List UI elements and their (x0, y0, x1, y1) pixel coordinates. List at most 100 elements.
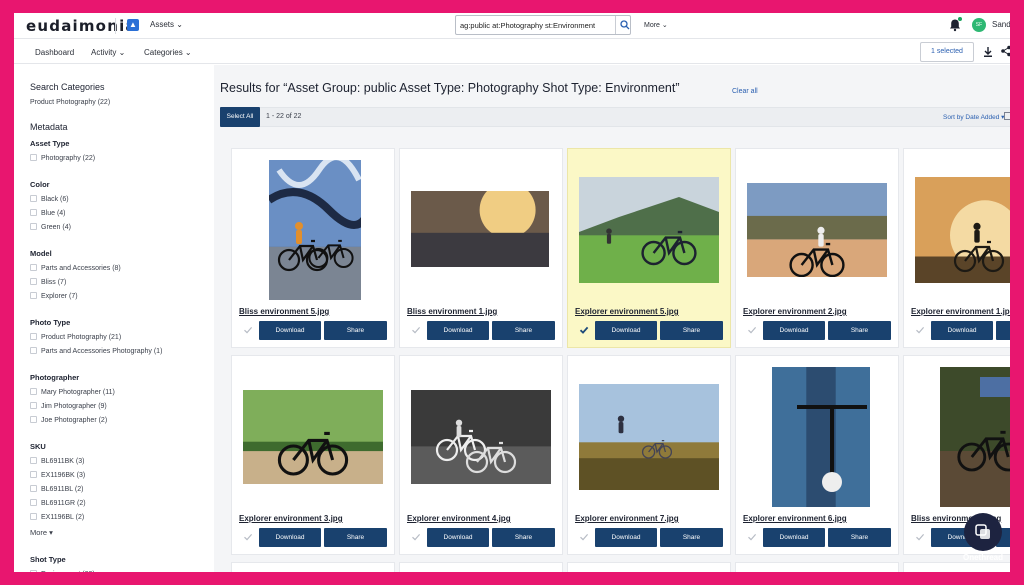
asset-file-name[interactable]: Explorer environment 2.jpg (743, 307, 847, 316)
filter-option[interactable]: Black (6) (30, 195, 69, 203)
selected-count-button[interactable]: 1 selected (920, 42, 974, 62)
asset-thumbnail[interactable] (747, 183, 887, 277)
asset-file-name[interactable]: Explorer environment 7.jpg (575, 514, 679, 523)
asset-thumbnail[interactable] (269, 160, 361, 300)
filter-checkbox[interactable] (30, 223, 37, 230)
avatar[interactable]: SF (972, 18, 986, 32)
select-checkbox[interactable] (743, 321, 761, 339)
download-button[interactable]: Download (763, 321, 825, 340)
filter-option[interactable]: Blue (4) (30, 209, 66, 217)
user-name[interactable]: Sand (992, 20, 1010, 29)
more-menu[interactable]: More ⌄ (644, 21, 668, 29)
filter-checkbox[interactable] (30, 209, 37, 216)
download-button[interactable]: Download (259, 321, 321, 340)
select-checkbox[interactable] (575, 321, 593, 339)
select-checkbox[interactable] (743, 528, 761, 546)
download-button[interactable]: Download (595, 528, 657, 547)
sort-dropdown[interactable]: Sort by Date Added ▾ (943, 113, 1004, 121)
asset-card-partial[interactable] (735, 562, 899, 572)
filter-checkbox[interactable] (30, 570, 37, 572)
filter-checkbox[interactable] (30, 264, 37, 271)
share-button[interactable]: Share (996, 321, 1010, 340)
asset-thumbnail[interactable] (579, 384, 719, 490)
filter-option[interactable]: Green (4) (30, 223, 71, 231)
filter-checkbox[interactable] (30, 402, 37, 409)
assets-icon[interactable]: ▲ (127, 19, 139, 31)
asset-card[interactable]: Explorer environment 2.jpg Download Share (735, 148, 899, 348)
select-all-button[interactable]: Select All (220, 107, 260, 127)
search-button[interactable] (615, 16, 633, 34)
select-checkbox[interactable] (239, 528, 257, 546)
asset-file-name[interactable]: Explorer environment 4.jpg (407, 514, 511, 523)
filter-checkbox[interactable] (30, 347, 37, 354)
download-button[interactable]: Download (427, 528, 489, 547)
asset-thumbnail[interactable] (772, 367, 870, 507)
asset-card[interactable]: Explorer environment 7.jpg Download Share (567, 355, 731, 555)
filter-option[interactable]: Parts and Accessories Photography (1) (30, 347, 162, 355)
filter-checkbox[interactable] (30, 416, 37, 423)
filter-option[interactable]: EX1196BK (3) (30, 471, 85, 479)
filter-option[interactable]: BL6911GR (2) (30, 499, 86, 507)
assets-menu[interactable]: Assets ⌄ (150, 20, 183, 29)
select-checkbox[interactable] (911, 321, 929, 339)
asset-file-name[interactable]: Explorer environment 3.jpg (239, 514, 343, 523)
share-button[interactable]: Share (492, 321, 555, 340)
logo[interactable]: eudaimonia (26, 17, 137, 35)
share-button[interactable]: Share (324, 528, 387, 547)
download-button[interactable]: Download (259, 528, 321, 547)
share-button[interactable]: Share (660, 528, 723, 547)
filter-option[interactable]: Product Photography (21) (30, 333, 121, 341)
filter-checkbox[interactable] (30, 333, 37, 340)
asset-thumbnail[interactable] (579, 177, 719, 283)
grid-view-icon[interactable] (1004, 112, 1010, 120)
share-button[interactable]: Share (828, 321, 891, 340)
download-button[interactable]: Download (427, 321, 489, 340)
asset-file-name[interactable]: Explorer environment 6.jpg (743, 514, 847, 523)
select-checkbox[interactable] (911, 528, 929, 546)
share-button[interactable]: Share (660, 321, 723, 340)
filter-option[interactable]: Environment (22) (30, 570, 95, 572)
filter-option[interactable]: Joe Photographer (2) (30, 416, 107, 424)
nav-categories[interactable]: Categories ⌄ (144, 48, 192, 57)
select-checkbox[interactable] (407, 321, 425, 339)
filter-checkbox[interactable] (30, 499, 37, 506)
download-button[interactable]: Download (931, 321, 993, 340)
filter-checkbox[interactable] (30, 388, 37, 395)
filter-option[interactable]: Jim Photographer (9) (30, 402, 107, 410)
share-button[interactable]: Share (492, 528, 555, 547)
asset-thumbnail[interactable] (411, 390, 551, 484)
share-button[interactable]: Share (828, 528, 891, 547)
filter-checkbox[interactable] (30, 195, 37, 202)
filter-checkbox[interactable] (30, 471, 37, 478)
filter-checkbox[interactable] (30, 457, 37, 464)
filter-option[interactable]: Photography (22) (30, 154, 95, 162)
asset-card[interactable]: Explorer environment 6.jpg Download Share (735, 355, 899, 555)
asset-card-partial[interactable] (399, 562, 563, 572)
filter-checkbox[interactable] (30, 292, 37, 299)
share-icon[interactable] (1000, 45, 1010, 57)
filter-option[interactable]: Parts and Accessories (8) (30, 264, 121, 272)
filter-option[interactable]: BL6911BL (2) (30, 485, 83, 493)
asset-card[interactable]: Bliss environment 1.jpg Download Share (399, 148, 563, 348)
asset-thumbnail[interactable] (411, 191, 549, 267)
select-checkbox[interactable] (575, 528, 593, 546)
nav-dashboard[interactable]: Dashboard (35, 48, 74, 57)
download-button[interactable]: Download (595, 321, 657, 340)
select-checkbox[interactable] (239, 321, 257, 339)
asset-card-partial[interactable] (567, 562, 731, 572)
filter-checkbox[interactable] (30, 278, 37, 285)
asset-thumbnail[interactable] (940, 367, 1010, 507)
search-input[interactable] (455, 15, 631, 35)
filter-checkbox[interactable] (30, 485, 37, 492)
asset-card[interactable]: Explorer environment 4.jpg Download Share (399, 355, 563, 555)
filter-option[interactable]: Bliss (7) (30, 278, 66, 286)
asset-thumbnail[interactable] (243, 390, 383, 484)
download-icon[interactable] (982, 46, 994, 58)
category-product-photography[interactable]: Product Photography (22) (30, 99, 110, 106)
clear-all-link[interactable]: Clear all (732, 88, 758, 95)
filter-option[interactable]: Mary Photographer (11) (30, 388, 115, 396)
asset-card[interactable]: Bliss environment 5.jpg Download Share (231, 148, 395, 348)
download-button[interactable]: Download (763, 528, 825, 547)
filter-more-link[interactable]: More ▾ (30, 528, 53, 537)
nav-activity[interactable]: Activity ⌄ (91, 48, 125, 57)
